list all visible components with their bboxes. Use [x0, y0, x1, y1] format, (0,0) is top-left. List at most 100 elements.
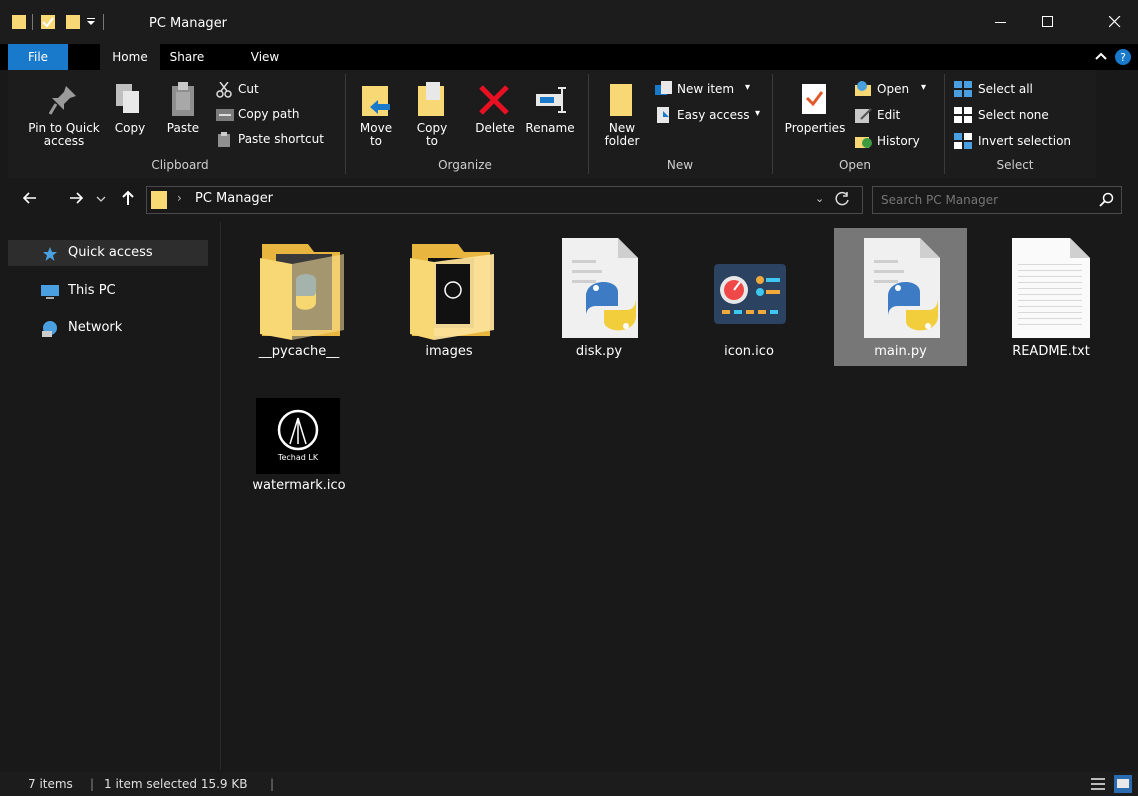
tab-view[interactable]: View	[240, 44, 290, 70]
dropdown-arrow-icon: ▾	[745, 82, 751, 93]
file-name: README.txt	[1012, 344, 1090, 359]
select-all-label: Select all	[978, 82, 1033, 96]
open-icon	[855, 81, 871, 96]
large-icons-view-icon[interactable]	[1114, 775, 1132, 793]
search-box[interactable]	[872, 186, 1122, 214]
history-label: History	[877, 134, 920, 148]
new-folder-icon	[610, 84, 632, 116]
new-folder-label: New folder	[604, 121, 640, 148]
list-item[interactable]: disk.py	[534, 228, 664, 366]
search-icon[interactable]	[1099, 192, 1115, 208]
copy-label: Copy	[114, 121, 146, 135]
paste-button[interactable]: Paste	[160, 80, 206, 140]
select-all-button[interactable]: Select all	[954, 80, 1074, 100]
dropdown-arrow-icon: ▾	[755, 108, 761, 119]
tab-file[interactable]: File	[8, 44, 68, 70]
copy-button[interactable]: Copy	[110, 80, 150, 140]
folder-icon	[260, 244, 344, 340]
select-none-button[interactable]: Select none	[954, 106, 1074, 126]
text-file-icon	[1012, 238, 1090, 338]
chevron-right-icon: ›	[177, 191, 182, 205]
status-divider: |	[270, 777, 275, 791]
help-icon[interactable]: ?	[1114, 48, 1132, 66]
invert-selection-icon	[954, 133, 972, 149]
new-group-label: New	[666, 158, 694, 172]
cut-button[interactable]: Cut	[216, 80, 336, 100]
sidebar-item-network[interactable]: Network	[8, 315, 208, 341]
dropdown-arrow-icon: ▾	[921, 82, 927, 93]
history-button[interactable]: History	[855, 132, 935, 152]
sidebar-item-quick-access[interactable]: Quick access	[8, 240, 208, 266]
edit-icon	[855, 108, 872, 123]
tab-home[interactable]: Home	[100, 44, 160, 70]
move-to-button[interactable]: Move to	[354, 80, 398, 154]
file-name: __pycache__	[258, 344, 340, 359]
breadcrumb[interactable]: PC Manager	[195, 191, 273, 206]
copy-to-button[interactable]: Copy to	[410, 80, 454, 154]
pin-icon	[48, 86, 76, 115]
new-item-button[interactable]: New item ▾	[655, 80, 765, 100]
address-dropdown-icon[interactable]: ⌄	[815, 192, 824, 205]
new-folder-button[interactable]: New folder	[598, 80, 646, 154]
details-view-icon[interactable]	[1090, 776, 1106, 792]
new-item-icon	[655, 81, 672, 95]
properties-button[interactable]: Properties	[780, 80, 850, 154]
folder-icon	[410, 244, 494, 340]
copy-path-label: Copy path	[238, 107, 300, 121]
file-name: watermark.ico	[252, 478, 346, 493]
copy-icon	[116, 84, 139, 113]
paste-shortcut-button[interactable]: Paste shortcut	[216, 130, 338, 150]
logo-text: Techad LK	[277, 453, 319, 462]
invert-selection-button[interactable]: Invert selection	[954, 132, 1080, 152]
window-title: PC Manager	[149, 16, 228, 31]
network-icon	[42, 321, 57, 337]
minimize-button[interactable]	[978, 0, 1024, 44]
list-item[interactable]: icon.ico	[684, 228, 814, 366]
forward-icon[interactable]	[68, 190, 84, 206]
up-icon[interactable]	[120, 189, 136, 207]
quick-access-toolbar[interactable]	[12, 12, 142, 34]
back-icon[interactable]	[22, 190, 38, 206]
open-button[interactable]: Open ▾	[855, 80, 945, 100]
techad-logo-icon: Techad LK	[256, 398, 340, 474]
search-input[interactable]	[879, 190, 1093, 210]
address-bar[interactable]: › PC Manager ⌄	[146, 186, 863, 214]
pin-label: Pin to Quick access	[28, 121, 100, 148]
list-item[interactable]: README.txt	[986, 228, 1116, 366]
list-item[interactable]: main.py	[834, 228, 967, 366]
maximize-button[interactable]	[1025, 0, 1071, 44]
list-item[interactable]: Techad LK watermark.ico	[234, 392, 364, 502]
recent-locations-icon[interactable]	[96, 194, 106, 204]
list-item[interactable]: __pycache__	[234, 228, 364, 366]
edit-label: Edit	[877, 108, 901, 122]
collapse-ribbon-icon[interactable]	[1094, 50, 1108, 64]
paste-icon	[172, 82, 194, 116]
list-item[interactable]: images	[384, 228, 514, 366]
pane-divider[interactable]	[220, 222, 221, 770]
title-bar: PC Manager	[0, 0, 1138, 44]
ribbon-separator	[588, 74, 589, 174]
copy-to-label: Copy to	[416, 121, 448, 148]
easy-access-button[interactable]: Easy access ▾	[655, 106, 765, 126]
tab-share[interactable]: Share	[163, 44, 211, 70]
select-group-label: Select	[996, 158, 1034, 172]
close-button[interactable]	[1092, 0, 1138, 44]
refresh-icon[interactable]	[835, 191, 851, 207]
rename-button[interactable]: Rename	[522, 80, 578, 140]
edit-button[interactable]: Edit	[855, 106, 925, 126]
properties-label: Properties	[784, 121, 846, 135]
pin-to-quick-access-button[interactable]: Pin to Quick access	[18, 80, 108, 154]
easy-access-label: Easy access	[677, 108, 750, 122]
copy-to-icon	[418, 82, 444, 116]
sidebar-item-this-pc[interactable]: This PC	[8, 278, 208, 304]
ribbon-separator	[944, 74, 945, 174]
move-to-icon	[362, 86, 390, 116]
copy-path-button[interactable]: Copy path	[216, 105, 336, 125]
python-file-icon	[562, 238, 638, 338]
select-none-icon	[954, 107, 972, 123]
organize-group-label: Organize	[438, 158, 492, 172]
file-name: main.py	[874, 344, 927, 359]
delete-button[interactable]: Delete	[470, 80, 520, 154]
scissors-icon	[216, 82, 232, 98]
file-name: disk.py	[575, 344, 623, 359]
